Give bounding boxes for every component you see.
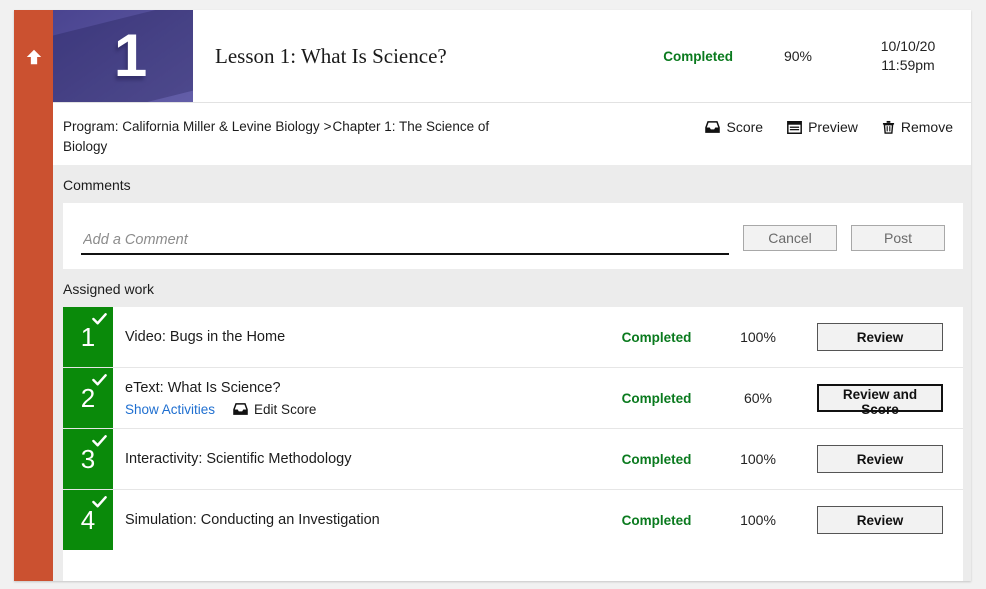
row-subactions: Show Activities Edit Score	[125, 402, 594, 417]
due-time: 11:59pm	[881, 56, 934, 75]
breadcrumb-separator: >	[320, 119, 333, 134]
row-percent: 100%	[719, 307, 797, 367]
subbar: Program: California Miller & Levine Biol…	[53, 103, 971, 165]
row-main: Video: Bugs in the Home	[113, 307, 594, 367]
action-toolbar: Score Preview	[705, 117, 953, 135]
lesson-header: 1 Lesson 1: What Is Science? Completed 9…	[53, 10, 971, 103]
preview-button[interactable]: Preview	[787, 119, 858, 135]
score-button[interactable]: Score	[705, 119, 763, 135]
table-row: 1 Video: Bugs in the Home Completed 100%…	[63, 307, 963, 368]
due-date: 10/10/20	[881, 37, 936, 56]
comment-composer: Cancel Post	[63, 203, 963, 269]
window-icon	[787, 121, 802, 134]
lesson-thumbnail: 1	[53, 10, 193, 102]
table-row: 3 Interactivity: Scientific Methodology …	[63, 429, 963, 490]
row-sequence-badge: 4	[63, 490, 113, 550]
row-sequence-badge: 3	[63, 429, 113, 489]
row-title: eText: What Is Science?	[125, 379, 594, 398]
trash-icon	[882, 120, 895, 134]
inbox-icon	[233, 402, 248, 416]
row-action-cell: Review	[797, 429, 963, 489]
check-icon	[92, 434, 107, 449]
breadcrumb: Program: California Miller & Levine Biol…	[63, 117, 493, 158]
row-main: Simulation: Conducting an Investigation	[113, 490, 594, 550]
row-action-cell: Review	[797, 490, 963, 550]
lesson-percent: 90%	[743, 10, 853, 102]
review-button[interactable]: Review	[817, 445, 943, 473]
lesson-due: 10/10/20 11:59pm	[853, 10, 971, 102]
comments-section-label: Comments	[53, 165, 971, 203]
comment-input[interactable]	[81, 226, 729, 255]
assignment-card: 1 Lesson 1: What Is Science? Completed 9…	[14, 10, 971, 581]
row-status: Completed	[594, 368, 719, 428]
remove-button[interactable]: Remove	[882, 119, 953, 135]
page-title: Lesson 1: What Is Science?	[193, 10, 663, 102]
row-status: Completed	[594, 429, 719, 489]
table-row: 4 Simulation: Conducting an Investigatio…	[63, 490, 963, 550]
remove-button-label: Remove	[901, 119, 953, 135]
row-title: Interactivity: Scientific Methodology	[125, 450, 594, 469]
review-button[interactable]: Review	[817, 506, 943, 534]
row-main: Interactivity: Scientific Methodology	[113, 429, 594, 489]
table-row: 2 eText: What Is Science? Show Activitie…	[63, 368, 963, 429]
row-percent: 100%	[719, 490, 797, 550]
row-percent: 100%	[719, 429, 797, 489]
thumbnail-number: 1	[53, 10, 193, 102]
row-percent: 60%	[719, 368, 797, 428]
row-status: Completed	[594, 307, 719, 367]
row-title: Video: Bugs in the Home	[125, 328, 594, 347]
check-icon	[92, 373, 107, 388]
breadcrumb-program[interactable]: Program: California Miller & Levine Biol…	[63, 119, 320, 134]
row-action-cell: Review and Score	[797, 368, 963, 428]
check-icon	[92, 495, 107, 510]
arrow-up-icon	[25, 48, 43, 66]
show-activities-link[interactable]: Show Activities	[125, 402, 215, 417]
check-icon	[92, 312, 107, 327]
preview-button-label: Preview	[808, 119, 858, 135]
row-title: Simulation: Conducting an Investigation	[125, 511, 594, 530]
row-action-cell: Review	[797, 307, 963, 367]
edit-score-label: Edit Score	[254, 402, 316, 417]
review-and-score-button[interactable]: Review and Score	[817, 384, 943, 412]
score-button-label: Score	[726, 119, 763, 135]
review-button[interactable]: Review	[817, 323, 943, 351]
row-status: Completed	[594, 490, 719, 550]
edit-score-button[interactable]: Edit Score	[233, 402, 316, 417]
card-body: 1 Lesson 1: What Is Science? Completed 9…	[53, 10, 971, 581]
collapse-rail[interactable]	[14, 10, 53, 581]
assigned-work-list: 1 Video: Bugs in the Home Completed 100%…	[63, 307, 963, 581]
assigned-work-section-label: Assigned work	[53, 269, 971, 307]
row-main: eText: What Is Science? Show Activities …	[113, 368, 594, 428]
row-sequence-badge: 1	[63, 307, 113, 367]
post-comment-button[interactable]: Post	[851, 225, 945, 251]
row-sequence-badge: 2	[63, 368, 113, 428]
page-root: 1 Lesson 1: What Is Science? Completed 9…	[0, 0, 986, 589]
cancel-comment-button[interactable]: Cancel	[743, 225, 837, 251]
lesson-status-badge: Completed	[663, 10, 743, 102]
inbox-icon	[705, 120, 720, 134]
